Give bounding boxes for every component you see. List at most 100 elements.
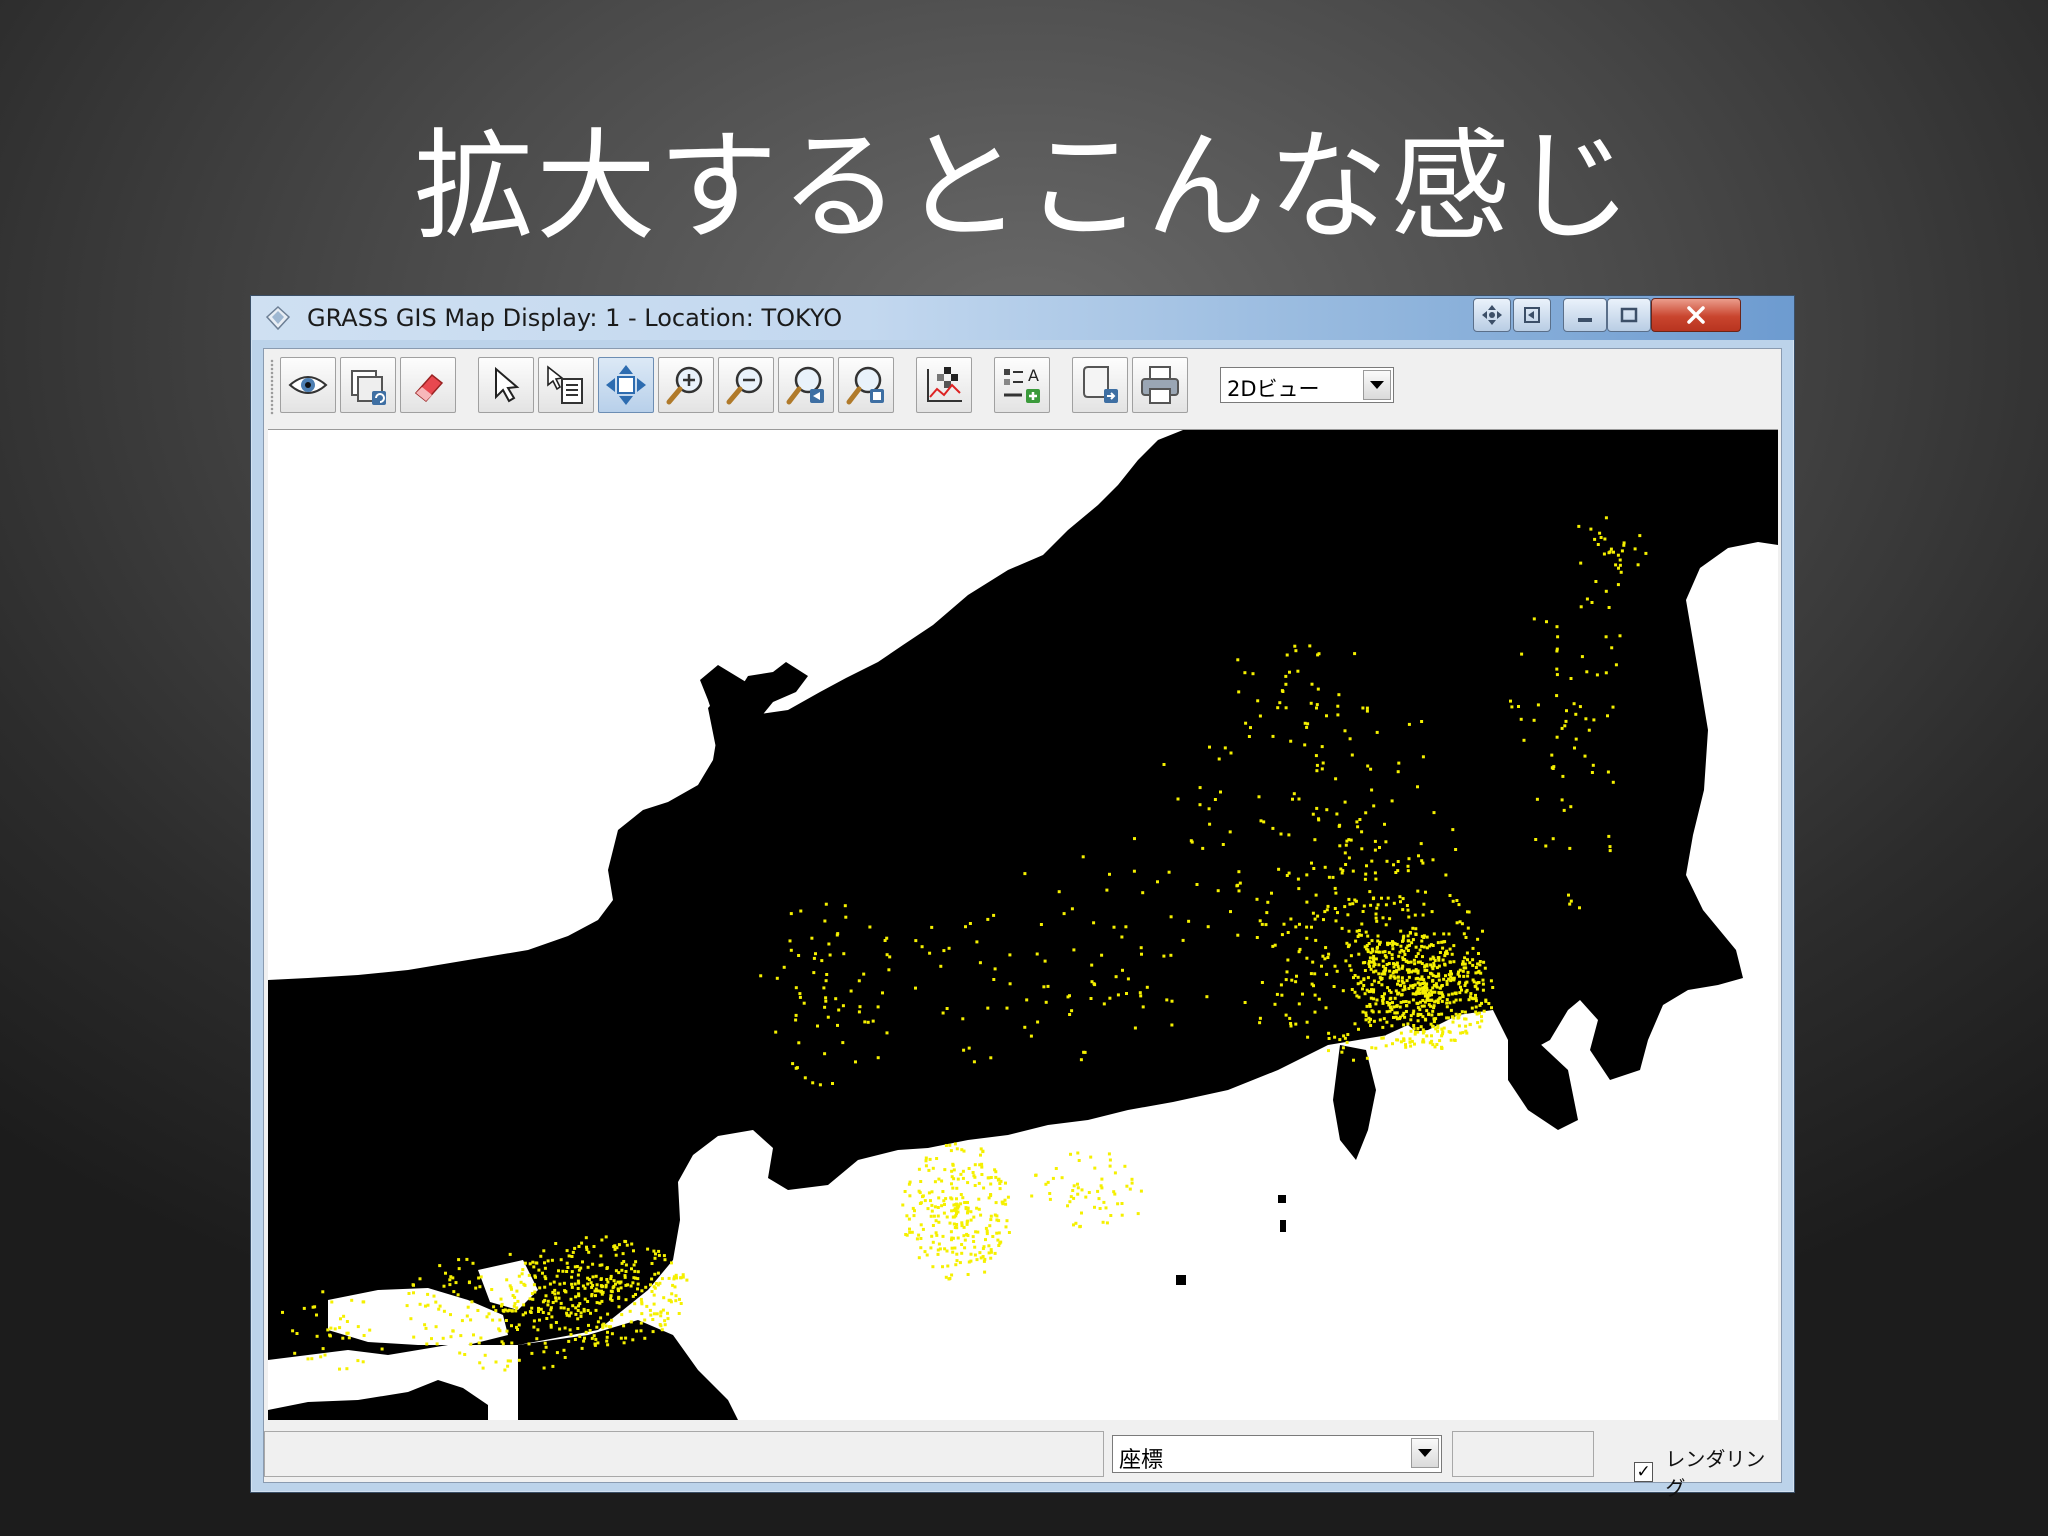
erase-display-button[interactable] — [400, 357, 456, 413]
map-canvas[interactable] — [268, 429, 1778, 1420]
city-point — [1608, 845, 1612, 849]
city-point — [569, 1333, 573, 1337]
city-point — [338, 1367, 341, 1371]
city-point — [622, 1324, 626, 1328]
city-point — [1278, 701, 1282, 705]
city-point — [1343, 851, 1347, 855]
city-point — [531, 1297, 535, 1301]
city-point — [425, 1342, 429, 1346]
city-point — [1457, 903, 1461, 907]
city-point — [826, 1015, 830, 1019]
add-overlay-button[interactable]: A — [994, 357, 1050, 413]
minimize-button[interactable] — [1563, 298, 1607, 332]
city-point — [953, 1246, 957, 1250]
city-point — [1349, 954, 1353, 958]
maximize-button[interactable] — [1607, 298, 1651, 332]
render-map-button[interactable] — [340, 357, 396, 413]
city-point — [666, 1317, 670, 1321]
city-point — [1237, 870, 1241, 874]
city-point — [1611, 780, 1615, 784]
zoom-in-button[interactable] — [658, 357, 714, 413]
city-point — [862, 972, 866, 976]
city-point — [1042, 985, 1046, 989]
city-point — [584, 1330, 588, 1334]
city-point — [968, 922, 972, 925]
city-point — [951, 1236, 955, 1240]
query-button[interactable] — [538, 357, 594, 413]
city-point — [1416, 1019, 1420, 1023]
city-point — [1593, 537, 1597, 541]
print-button[interactable] — [1132, 357, 1188, 413]
city-point — [1284, 978, 1288, 982]
analyze-button[interactable] — [916, 357, 972, 413]
city-point — [670, 1292, 674, 1296]
city-point — [1051, 1176, 1055, 1180]
close-button[interactable] — [1651, 298, 1741, 332]
city-point — [1176, 797, 1180, 801]
city-point — [1447, 932, 1451, 936]
city-point — [611, 1286, 615, 1290]
city-point — [1406, 864, 1410, 868]
city-point — [1112, 925, 1116, 929]
status-mode-dropdown-button[interactable] — [1411, 1438, 1439, 1468]
city-point — [539, 1254, 543, 1258]
city-point — [948, 1277, 952, 1280]
city-point — [1311, 911, 1315, 915]
city-point — [1323, 957, 1327, 961]
zoom-options-button[interactable] — [838, 357, 894, 413]
city-point — [981, 1150, 985, 1154]
city-point — [1113, 1192, 1117, 1196]
city-point — [1461, 962, 1464, 966]
toolbar-grip[interactable] — [270, 359, 274, 415]
view-mode-dropdown-button[interactable] — [1363, 370, 1391, 400]
city-point — [1327, 875, 1331, 879]
city-point — [1392, 901, 1396, 905]
city-point — [319, 1355, 323, 1359]
city-point — [919, 1180, 923, 1183]
city-point — [1407, 915, 1411, 919]
city-point — [1579, 605, 1583, 609]
city-point — [1346, 1033, 1350, 1036]
city-point — [798, 992, 802, 996]
city-point — [992, 978, 996, 981]
city-point — [948, 1221, 952, 1225]
city-point — [955, 1197, 958, 1201]
city-point — [533, 1274, 537, 1278]
display-map-button[interactable] — [280, 357, 336, 413]
city-point — [837, 1008, 841, 1012]
render-toggle[interactable]: ✓ レンダリング — [1634, 1443, 1781, 1501]
city-point — [1481, 982, 1485, 986]
city-point — [1464, 990, 1468, 994]
city-point — [1407, 1000, 1411, 1004]
city-point — [1361, 910, 1365, 913]
pan-button[interactable] — [598, 357, 654, 413]
save-file-button[interactable] — [1072, 357, 1128, 413]
city-point — [1445, 1016, 1449, 1020]
title-bar[interactable]: GRASS GIS Map Display: 1 - Location: TOK… — [251, 296, 1794, 340]
status-mode-select[interactable]: 座標 — [1112, 1435, 1442, 1473]
pointer-button[interactable] — [478, 357, 534, 413]
city-point — [1372, 959, 1376, 963]
city-point — [449, 1335, 453, 1339]
dock-button[interactable] — [1513, 298, 1551, 332]
city-point — [961, 1196, 965, 1200]
city-point — [920, 945, 924, 949]
city-point — [1431, 1009, 1435, 1013]
city-point — [576, 1287, 580, 1290]
city-point — [574, 1295, 578, 1299]
city-point — [1098, 1207, 1102, 1210]
city-point — [1187, 919, 1191, 923]
view-mode-select[interactable]: 2Dビュー — [1220, 367, 1394, 403]
city-point — [1398, 1005, 1402, 1009]
city-point — [1430, 1034, 1433, 1038]
zoom-back-button[interactable] — [778, 357, 834, 413]
city-point — [551, 1301, 555, 1304]
city-point — [1048, 1192, 1052, 1195]
zoom-out-button[interactable] — [718, 357, 774, 413]
city-point — [1462, 966, 1466, 970]
render-checkbox[interactable]: ✓ — [1634, 1462, 1654, 1482]
city-point — [1397, 954, 1401, 958]
pin-button[interactable] — [1473, 298, 1511, 332]
city-point — [606, 1280, 610, 1284]
city-point — [660, 1277, 664, 1281]
